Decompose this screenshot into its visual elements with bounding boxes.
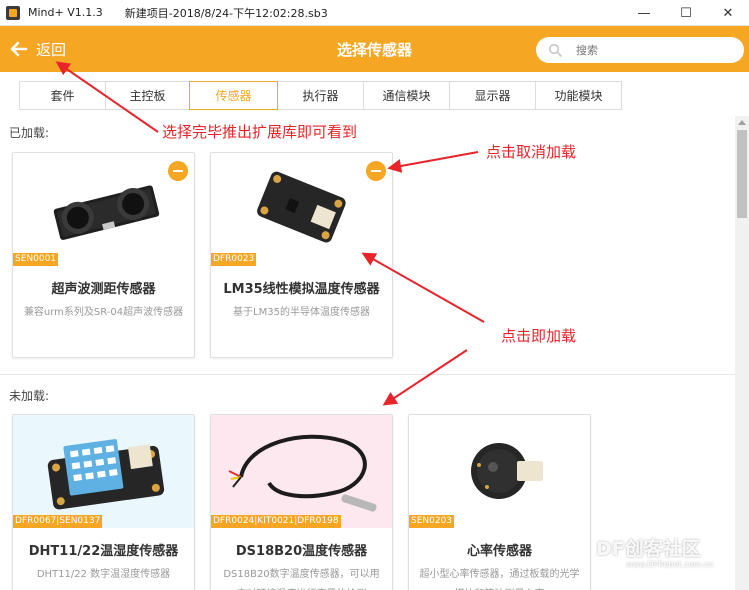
category-tabs: 套件 主控板 传感器 执行器 通信模块 显示器 功能模块 bbox=[19, 81, 622, 110]
card-ds18b20-sensor[interactable]: DFR0024|KIT0021|DFR0198 DS18B20温度传感器 DS1… bbox=[210, 414, 393, 590]
tab-actuators[interactable]: 执行器 bbox=[277, 81, 364, 110]
mindplus-app-icon bbox=[6, 5, 20, 20]
tab-displays[interactable]: 显示器 bbox=[449, 81, 536, 110]
card-description: DHT11/22 数字温湿度传感器 bbox=[36, 569, 171, 580]
card-title: 心率传感器 bbox=[466, 544, 532, 559]
app-name: Mind+ V1.1.3 bbox=[28, 6, 103, 19]
search-input[interactable] bbox=[576, 43, 726, 57]
tab-label: 执行器 bbox=[302, 89, 339, 103]
product-code-tag: SEN0001 bbox=[13, 253, 59, 266]
loaded-section-label: 已加载: bbox=[9, 126, 50, 140]
search-box[interactable] bbox=[536, 37, 744, 63]
product-code-tag: DFR0067|SEN0137 bbox=[13, 515, 103, 528]
card-title: DHT11/22温湿度传感器 bbox=[28, 544, 179, 559]
tab-sensors[interactable]: 传感器 bbox=[189, 81, 278, 110]
watermark-brand: DF创客社区 bbox=[596, 538, 701, 560]
tab-label: 传感器 bbox=[215, 89, 252, 103]
tab-label: 主控板 bbox=[129, 89, 166, 103]
dht11-sensor-image bbox=[47, 439, 165, 510]
unload-button-lm35[interactable] bbox=[366, 161, 386, 181]
tab-kits[interactable]: 套件 bbox=[19, 81, 106, 110]
section-divider bbox=[0, 374, 735, 375]
scroll-up-arrow-icon[interactable] bbox=[738, 120, 746, 125]
card-title: 超声波测距传感器 bbox=[51, 282, 156, 297]
window-controls: — ☐ ✕ bbox=[623, 0, 749, 26]
card-dht11-sensor[interactable]: DFR0067|SEN0137 DHT11/22温湿度传感器 DHT11/22 … bbox=[12, 414, 195, 590]
heart-rate-sensor-image bbox=[471, 443, 543, 499]
window-titlebar: Mind+ V1.1.3 新建项目-2018/8/24-下午12:02:28.s… bbox=[0, 0, 749, 26]
card-image: DFR0023 bbox=[211, 153, 392, 266]
card-lm35-sensor[interactable]: DFR0023 LM35线性模拟温度传感器 基于LM35的半导体温度传感器 bbox=[210, 152, 393, 358]
card-ultrasonic-sensor[interactable]: SEN0001 超声波测距传感器 兼容urm系列及SR-04超声波传感器 bbox=[12, 152, 195, 358]
tab-mainboards[interactable]: 主控板 bbox=[105, 81, 190, 110]
scroll-thumb[interactable] bbox=[737, 130, 747, 218]
product-code-tag: DFR0024|KIT0021|DFR0198 bbox=[211, 515, 341, 528]
card-image: SEN0203 bbox=[409, 415, 590, 528]
tab-label: 通信模块 bbox=[382, 89, 431, 103]
search-icon bbox=[548, 43, 562, 57]
card-title: LM35线性模拟温度传感器 bbox=[223, 282, 380, 297]
annotation-unload-hint: 点击取消加载 bbox=[486, 143, 577, 161]
card-title: DS18B20温度传感器 bbox=[235, 544, 368, 559]
card-description: 超小型心率传感器，通过板载的光学模块和算法测量心率 bbox=[419, 569, 580, 590]
product-code-tag: SEN0203 bbox=[409, 515, 455, 528]
tab-label: 套件 bbox=[50, 89, 75, 103]
unloaded-section-label: 未加载: bbox=[9, 389, 50, 403]
card-image: DFR0024|KIT0021|DFR0198 bbox=[211, 415, 392, 528]
card-image: DFR0067|SEN0137 bbox=[13, 415, 194, 528]
unload-button-ultrasonic[interactable] bbox=[168, 161, 188, 181]
app-window: Mind+ V1.1.3 新建项目-2018/8/24-下午12:02:28.s… bbox=[0, 0, 749, 590]
maximize-button[interactable]: ☐ bbox=[665, 0, 707, 26]
library-header: 返回 选择传感器 bbox=[0, 26, 749, 72]
tab-label: 显示器 bbox=[474, 89, 511, 103]
card-description: 基于LM35的半导体温度传感器 bbox=[233, 307, 370, 318]
product-code-tag: DFR0023 bbox=[211, 253, 257, 266]
watermark-url: www.DFRobot.com.cn bbox=[626, 560, 714, 569]
tab-function-modules[interactable]: 功能模块 bbox=[535, 81, 622, 110]
project-name: 新建项目-2018/8/24-下午12:02:28.sb3 bbox=[124, 6, 328, 20]
ds18b20-sensor-image bbox=[228, 434, 377, 512]
card-heart-rate-sensor[interactable]: SEN0203 心率传感器 超小型心率传感器，通过板载的光学模块和算法测量心率 bbox=[408, 414, 591, 590]
minimize-button[interactable]: — bbox=[623, 0, 665, 26]
annotation-load-hint: 点击即加载 bbox=[501, 327, 577, 345]
card-description: 兼容urm系列及SR-04超声波传感器 bbox=[23, 307, 184, 318]
scrollbar[interactable] bbox=[735, 116, 749, 590]
tab-label: 功能模块 bbox=[554, 89, 603, 103]
card-image: SEN0001 bbox=[13, 153, 194, 266]
annotation-after-select: 选择完毕推出扩展库即可看到 bbox=[162, 123, 358, 141]
close-button[interactable]: ✕ bbox=[707, 0, 749, 26]
card-description: DS18B20数字温度传感器，可以用来对环境温度进行定量的检测 bbox=[223, 569, 380, 590]
tab-communication[interactable]: 通信模块 bbox=[363, 81, 450, 110]
